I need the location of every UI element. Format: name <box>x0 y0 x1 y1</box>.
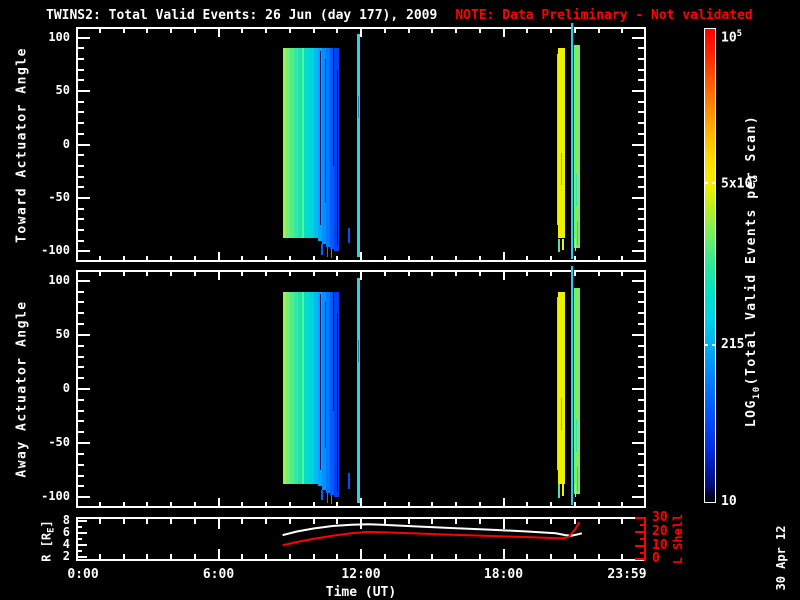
colorbar <box>704 28 716 503</box>
colorbar-tick <box>712 344 716 346</box>
colorbar-tick-label: 10 <box>721 494 737 509</box>
colorbar-title: LOG10(Total Valid Events per Scan) <box>744 114 762 426</box>
series-l-shell <box>283 522 580 545</box>
colorbar-tick <box>712 182 716 184</box>
date-watermark: 30 Apr 12 <box>774 525 788 590</box>
plot-canvas: TWINS2: Total Valid Events: 26 Jun (day … <box>0 0 800 600</box>
colorbar-tick <box>704 344 708 346</box>
line-series-layer <box>0 0 800 600</box>
colorbar-tick <box>704 182 708 184</box>
colorbar-tick-label: 105 <box>721 29 742 45</box>
colorbar-tick-label: 215 <box>721 337 744 352</box>
